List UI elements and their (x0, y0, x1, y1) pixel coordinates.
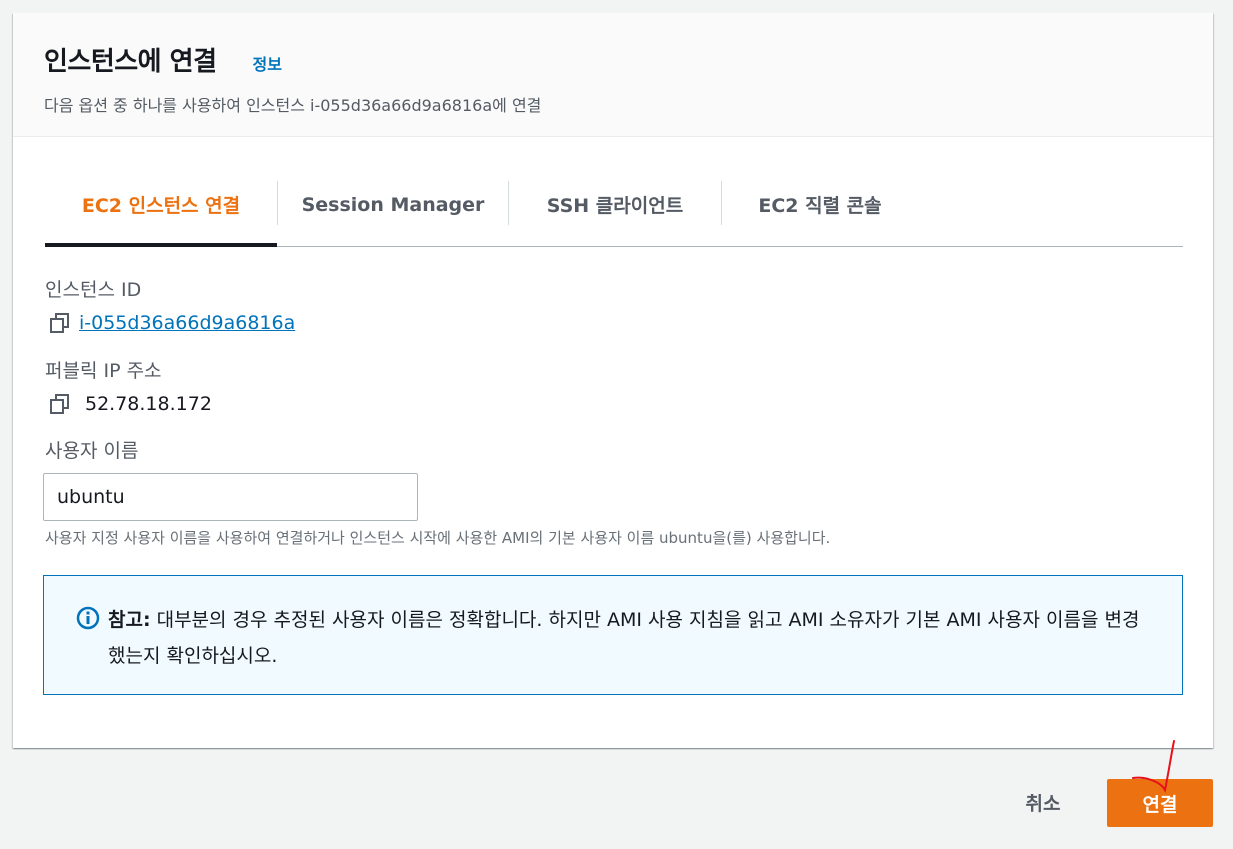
tab-session-manager[interactable]: Session Manager (278, 181, 508, 246)
instance-id-row: i-055d36a66d9a6816a (49, 312, 295, 334)
panel-header: 인스턴스에 연결 정보 다음 옵션 중 하나를 사용하여 인스턴스 i-055d… (13, 13, 1213, 137)
username-input[interactable] (43, 473, 418, 521)
info-icon (76, 606, 100, 630)
title-row: 인스턴스에 연결 정보 (44, 41, 1213, 78)
public-ip-label: 퍼블릭 IP 주소 (45, 360, 162, 382)
public-ip-value: 52.78.18.172 (85, 393, 212, 415)
alert-message: 참고: 대부분의 경우 추정된 사용자 이름은 정확합니다. 하지만 AMI 사… (108, 602, 1142, 674)
username-hint: 사용자 지정 사용자 이름을 사용하여 연결하거나 인스턴스 시작에 사용한 A… (45, 529, 831, 547)
public-ip-row: 52.78.18.172 (49, 393, 212, 415)
instance-id-link[interactable]: i-055d36a66d9a6816a (79, 312, 295, 334)
tab-ec2-serial-console[interactable]: EC2 직렬 콘솔 (722, 181, 918, 246)
tab-ec2-instance-connect[interactable]: EC2 인스턴스 연결 (45, 181, 277, 247)
alert-body: 대부분의 경우 추정된 사용자 이름은 정확합니다. 하지만 AMI 사용 지침… (108, 609, 1140, 667)
page-title: 인스턴스에 연결 (44, 47, 217, 77)
username-label: 사용자 이름 (45, 440, 139, 462)
tab-ssh-client[interactable]: SSH 클라이언트 (509, 181, 721, 246)
page-subtitle: 다음 옵션 중 하나를 사용하여 인스턴스 i-055d36a66d9a6816… (44, 96, 542, 115)
alert-prefix: 참고: (108, 609, 151, 631)
info-alert: 참고: 대부분의 경우 추정된 사용자 이름은 정확합니다. 하지만 AMI 사… (43, 575, 1183, 695)
cancel-button[interactable]: 취소 (1000, 780, 1086, 824)
copy-icon[interactable] (49, 393, 71, 415)
info-link[interactable]: 정보 (253, 51, 282, 75)
connection-method-tabs: EC2 인스턴스 연결 Session Manager SSH 클라이언트 EC… (45, 181, 1183, 247)
copy-icon[interactable] (49, 312, 71, 334)
connect-button[interactable]: 연결 (1107, 779, 1213, 827)
instance-id-label: 인스턴스 ID (45, 279, 142, 301)
connect-instance-panel: 인스턴스에 연결 정보 다음 옵션 중 하나를 사용하여 인스턴스 i-055d… (13, 13, 1213, 748)
